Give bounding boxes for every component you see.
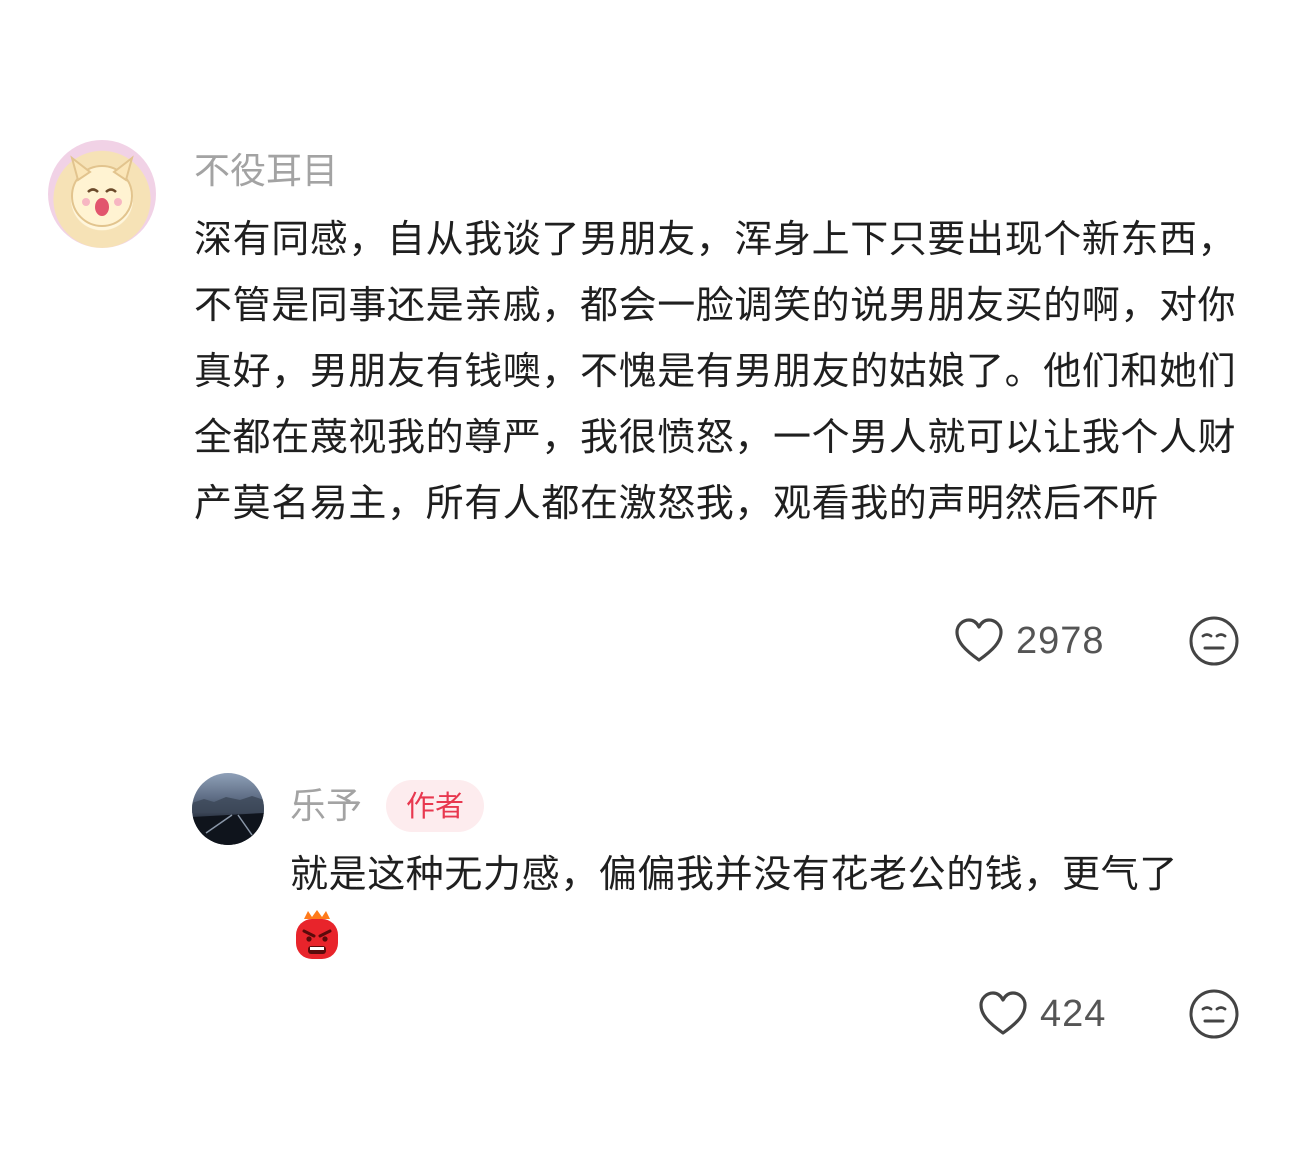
- cartoon-avatar-icon: [70, 155, 134, 227]
- reply-like-count: 424: [1040, 993, 1107, 1035]
- reply-avatar[interactable]: [192, 773, 264, 845]
- user-avatar[interactable]: [48, 140, 156, 248]
- reply-text: 就是这种无力感，偏偏我并没有花老公的钱，更气了: [290, 841, 1220, 973]
- like-count: 2978: [1016, 620, 1105, 662]
- neutral-face-icon: [1189, 989, 1239, 1039]
- heart-outline-icon: [979, 991, 1027, 1035]
- heart-outline-icon: [955, 618, 1003, 662]
- like-button[interactable]: 2978: [952, 614, 1105, 668]
- neutral-face-icon: [1189, 616, 1239, 666]
- reply-like-button[interactable]: 424: [976, 987, 1106, 1041]
- dislike-button[interactable]: [1188, 615, 1240, 667]
- angry-face-emoji: [296, 910, 338, 959]
- author-badge: 作者: [386, 780, 485, 832]
- username[interactable]: 不役耳目: [194, 154, 338, 190]
- reply-username[interactable]: 乐予: [290, 789, 362, 825]
- photo-avatar-icon: [192, 796, 264, 845]
- reply-dislike-button[interactable]: [1188, 988, 1240, 1040]
- comment-text: 深有同感，自从我谈了男朋友，浑身上下只要出现个新东西，不管是同事还是亲戚，都会一…: [194, 217, 1237, 525]
- reply-text-content: 就是这种无力感，偏偏我并没有花老公的钱，更气了: [290, 852, 1178, 896]
